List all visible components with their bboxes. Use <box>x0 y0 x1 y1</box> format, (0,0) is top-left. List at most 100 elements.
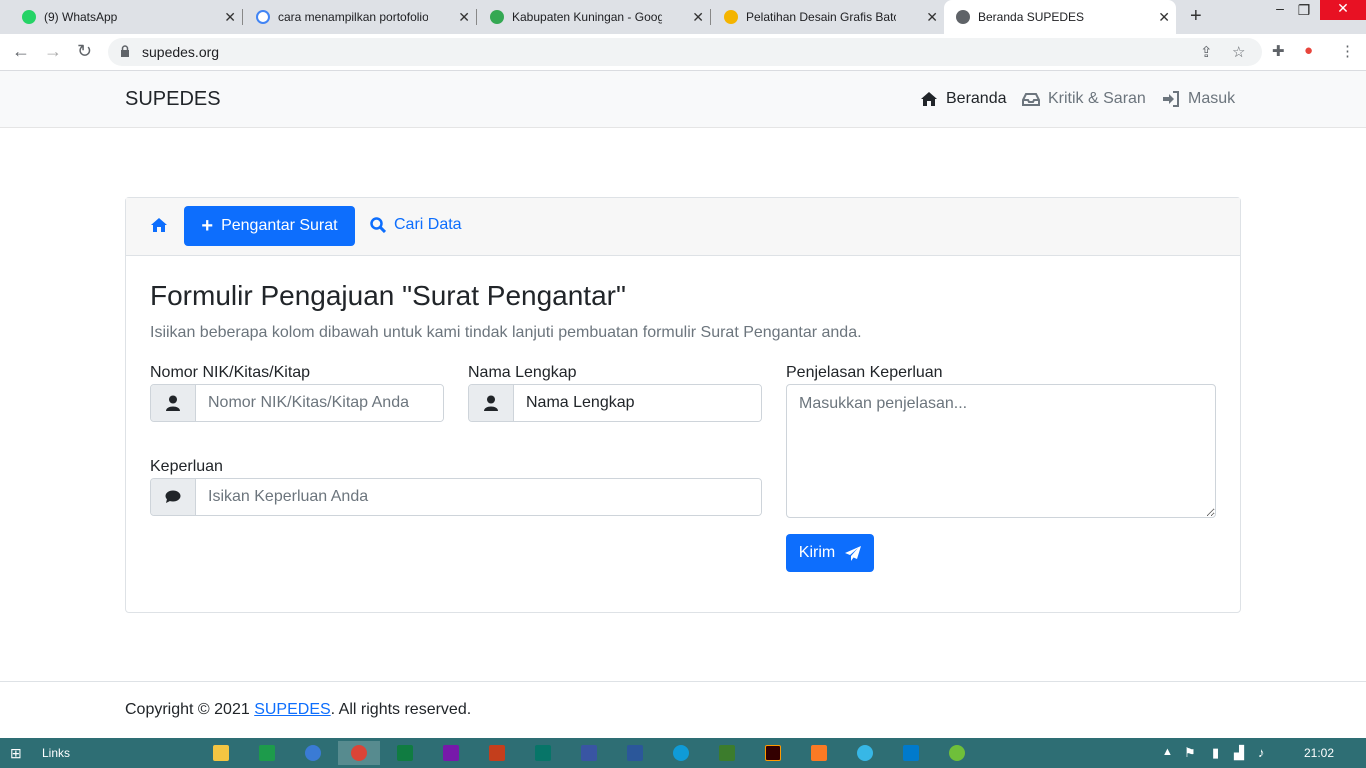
nav-kritik-saran[interactable]: Kritik & Saran <box>1022 90 1146 108</box>
form-card: + Pengantar Surat Cari Data Formulir Pen… <box>125 197 1241 613</box>
firefox-icon[interactable] <box>292 741 334 765</box>
clock[interactable]: 21:02 <box>1304 746 1334 760</box>
extensions-icon[interactable]: ✚ <box>1272 42 1285 60</box>
browser-tab[interactable]: (9) WhatsApp ✕ <box>22 0 242 34</box>
forward-icon[interactable]: → <box>44 41 62 62</box>
restore-button[interactable]: ❐ <box>1296 2 1312 22</box>
minimize-button[interactable]: – <box>1272 0 1288 20</box>
copyright-prefix: Copyright © 2021 <box>125 701 255 718</box>
search-icon <box>370 217 386 233</box>
home-icon <box>921 92 937 106</box>
share-icon[interactable]: ⇪ <box>1200 43 1213 61</box>
chrome-icon[interactable] <box>338 741 380 765</box>
battery-icon[interactable]: ▮ <box>1212 745 1219 761</box>
excel-icon[interactable] <box>246 741 288 765</box>
footer-brand-link[interactable]: SUPEDES <box>254 701 330 718</box>
visio-icon[interactable] <box>568 741 610 765</box>
tab-title: Beranda SUPEDES <box>978 10 1085 24</box>
tab-label: Pengantar Surat <box>221 217 338 234</box>
excel-app-icon[interactable] <box>384 741 426 765</box>
nik-label: Nomor NIK/Kitas/Kitap <box>150 364 311 381</box>
tab-cari-data[interactable]: Cari Data <box>370 216 462 234</box>
signal-icon[interactable]: ▟ <box>1234 745 1244 761</box>
tab-title: Kabupaten Kuningan - Google M <box>512 10 662 24</box>
penjelasan-textarea[interactable] <box>786 384 1216 518</box>
close-window-button[interactable]: ✕ <box>1320 0 1366 20</box>
comment-icon <box>151 479 196 515</box>
game-icon[interactable] <box>936 741 978 765</box>
penjelasan-label: Penjelasan Keperluan <box>786 364 943 381</box>
corel-icon[interactable] <box>706 741 748 765</box>
tray-chevron-icon[interactable]: ▲ <box>1162 746 1173 758</box>
keperluan-label: Keperluan <box>150 458 223 475</box>
keperluan-input-group <box>150 478 762 516</box>
site-navbar: SUPEDES Beranda Kritik & Saran Masuk <box>0 71 1366 128</box>
app-icon[interactable] <box>844 741 886 765</box>
close-tab-icon[interactable]: ✕ <box>458 9 470 26</box>
kirim-button[interactable]: Kirim <box>786 534 874 572</box>
close-tab-icon[interactable]: ✕ <box>692 9 704 26</box>
browser-toolbar: ← → ↻ supedes.org ⇪ ☆ ✚ ● ⋮ <box>0 34 1366 71</box>
browser-tab-active[interactable]: Beranda SUPEDES ✕ <box>944 0 1176 34</box>
form-title: Formulir Pengajuan "Surat Pengantar" <box>150 280 626 311</box>
nav-masuk[interactable]: Masuk <box>1162 90 1235 108</box>
crown-icon <box>724 10 738 24</box>
tab-divider <box>710 9 711 25</box>
volume-icon[interactable]: ♪ <box>1258 745 1265 760</box>
browser-tab-strip: (9) WhatsApp ✕ cara menampilkan portofol… <box>0 0 1366 34</box>
user-icon <box>469 385 514 421</box>
publisher-icon[interactable] <box>522 741 564 765</box>
menu-icon[interactable]: ⋮ <box>1340 42 1355 60</box>
close-tab-icon[interactable]: ✕ <box>926 9 938 26</box>
tab-divider <box>476 9 477 25</box>
nik-input-group <box>150 384 444 422</box>
edge-icon[interactable] <box>660 741 702 765</box>
nama-label: Nama Lengkap <box>468 364 577 381</box>
onenote-icon[interactable] <box>430 741 472 765</box>
google-icon <box>256 10 270 24</box>
xampp-icon[interactable] <box>798 741 840 765</box>
tab-divider <box>242 9 243 25</box>
browser-tab[interactable]: cara menampilkan portofolio - P ✕ <box>256 0 476 34</box>
plus-icon: + <box>201 214 214 237</box>
links-toolbar[interactable]: Links <box>42 746 70 760</box>
reload-icon[interactable]: ↻ <box>77 41 92 62</box>
nik-input[interactable] <box>196 385 443 421</box>
close-tab-icon[interactable]: ✕ <box>224 9 236 26</box>
word-icon[interactable] <box>614 741 656 765</box>
powerpoint-icon[interactable] <box>476 741 518 765</box>
new-tab-button[interactable]: + <box>1190 5 1202 28</box>
address-bar[interactable]: supedes.org ⇪ ☆ <box>108 38 1262 66</box>
vscode-icon[interactable] <box>890 741 932 765</box>
nama-input-group <box>468 384 762 422</box>
nav-beranda[interactable]: Beranda <box>920 90 1007 108</box>
nav-label: Masuk <box>1188 90 1236 107</box>
site-footer: Copyright © 2021 SUPEDES. All rights res… <box>0 681 1366 738</box>
inbox-icon <box>1022 93 1040 106</box>
nama-input[interactable] <box>514 385 761 421</box>
home-icon[interactable] <box>150 217 168 233</box>
kirim-label: Kirim <box>798 544 836 561</box>
whatsapp-icon <box>22 10 36 24</box>
flag-icon[interactable]: ⚑ <box>1184 745 1196 761</box>
file-explorer-icon[interactable] <box>200 741 242 765</box>
globe-icon <box>956 10 970 24</box>
keperluan-input[interactable] <box>196 479 761 515</box>
back-icon[interactable]: ← <box>12 41 30 62</box>
sign-in-icon <box>1163 91 1179 107</box>
tab-pengantar-surat[interactable]: + Pengantar Surat <box>184 206 355 246</box>
site-brand[interactable]: SUPEDES <box>125 88 221 111</box>
windows-start-icon[interactable]: ⊞ <box>10 745 22 762</box>
nav-label: Beranda <box>946 90 1007 107</box>
profile-icon[interactable]: ● <box>1304 42 1313 59</box>
bookmark-star-icon[interactable]: ☆ <box>1232 43 1245 61</box>
copyright-suffix: . All rights reserved. <box>330 701 472 718</box>
browser-tab[interactable]: Pelatihan Desain Grafis Batch 1 - ✕ <box>724 0 944 34</box>
browser-tab[interactable]: Kabupaten Kuningan - Google M ✕ <box>490 0 710 34</box>
card-header-tabs: + Pengantar Surat Cari Data <box>126 198 1240 256</box>
close-tab-icon[interactable]: ✕ <box>1158 9 1170 26</box>
nav-label: Kritik & Saran <box>1048 90 1146 107</box>
windows-taskbar: ⊞ Links ▲ ⚑ ▮ ▟ ♪ 21:02 <box>0 738 1366 768</box>
tab-title: cara menampilkan portofolio - P <box>278 10 428 24</box>
illustrator-icon[interactable] <box>752 741 794 765</box>
